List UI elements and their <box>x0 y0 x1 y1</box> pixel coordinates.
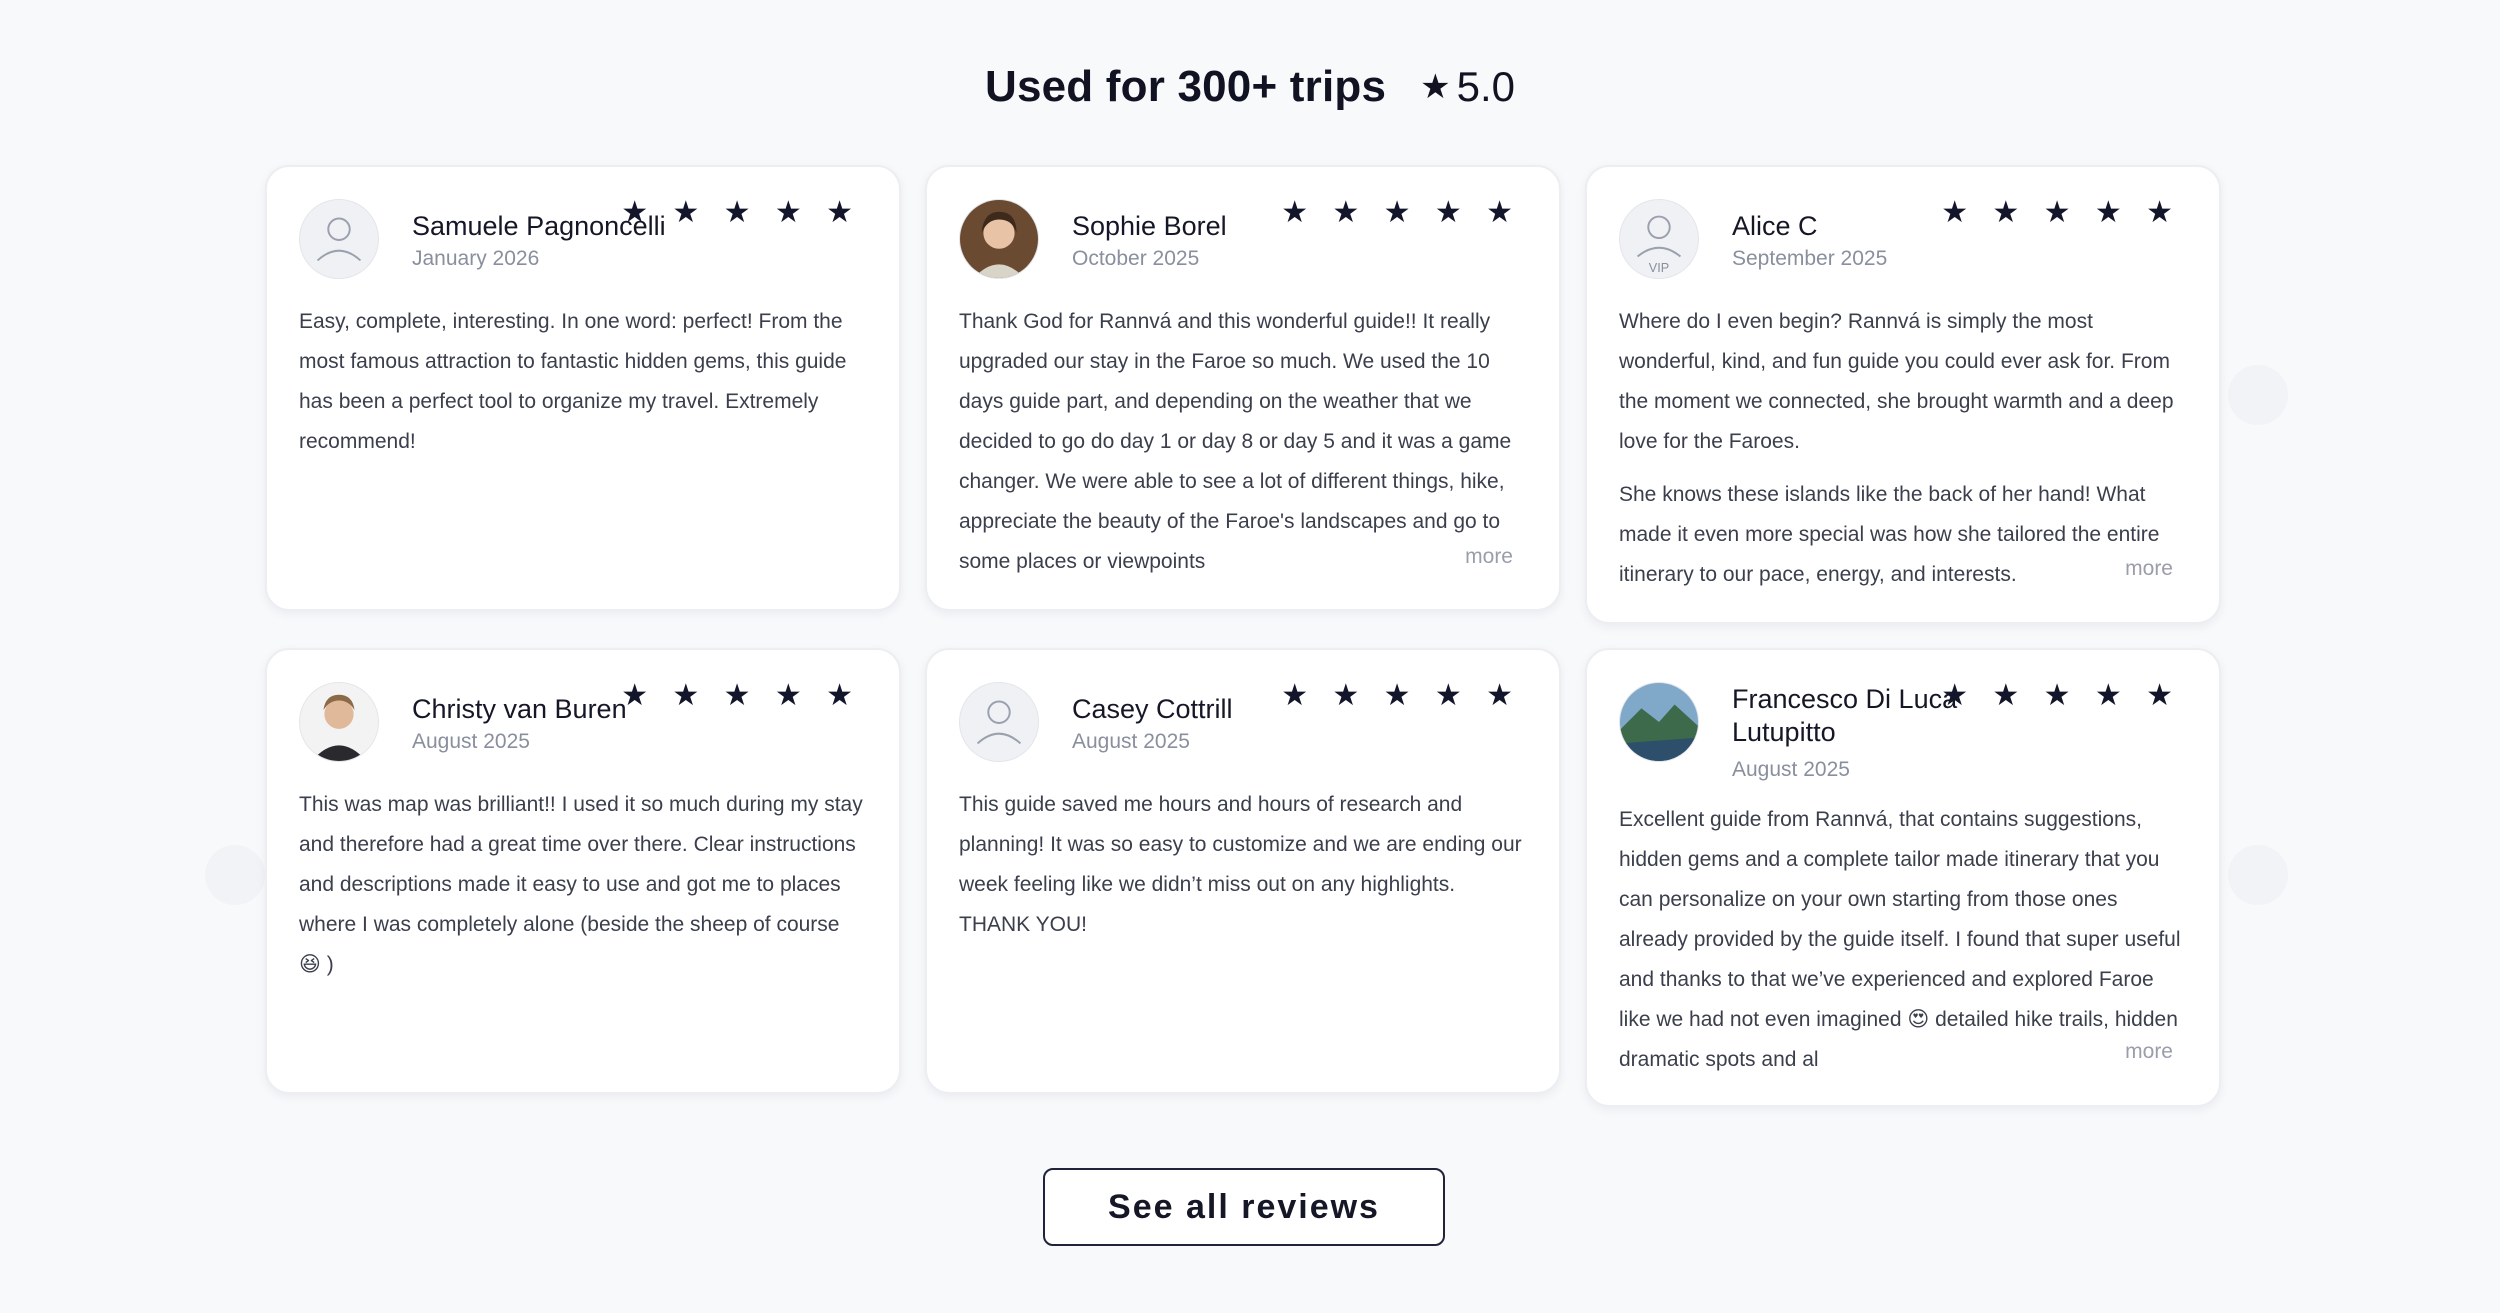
review-date: August 2025 <box>1072 730 1190 753</box>
star-rating: ★ ★ ★ ★ ★ <box>1281 196 1521 229</box>
user-photo-avatar <box>299 682 379 762</box>
review-date: August 2025 <box>1732 758 1850 781</box>
star-rating: ★ ★ ★ ★ ★ <box>1941 196 2181 229</box>
read-more-link[interactable]: more <box>2095 557 2173 581</box>
reviews-grid: Samuele Pagnoncelli January 2026 ★ ★ ★ ★… <box>265 165 2221 1107</box>
review-paragraph: Thank God for Rannvá and this wonderful … <box>959 310 1512 573</box>
landscape-photo-avatar <box>1619 682 1699 762</box>
default-user-avatar-icon <box>959 682 1039 762</box>
review-card: Francesco Di Luca Lutupitto August 2025 … <box>1585 648 2221 1107</box>
reviewer-name: Sophie Borel <box>1072 211 1227 241</box>
review-date: September 2025 <box>1732 247 1888 270</box>
review-paragraph: This guide saved me hours and hours of r… <box>959 793 1522 936</box>
review-card: Samuele Pagnoncelli January 2026 ★ ★ ★ ★… <box>265 165 901 611</box>
review-text: This was map was brilliant!! I used it s… <box>299 785 865 998</box>
review-date: January 2026 <box>412 247 540 270</box>
review-paragraph: Where do I even begin? Rannvá is simply … <box>1619 310 2174 453</box>
carousel-next-ghost-2 <box>2228 845 2288 905</box>
star-rating: ★ ★ ★ ★ ★ <box>1941 679 2181 712</box>
user-photo-avatar <box>959 199 1039 279</box>
review-card: Sophie Borel October 2025 ★ ★ ★ ★ ★ Than… <box>925 165 1561 611</box>
default-user-avatar-icon <box>299 199 379 279</box>
review-card: Christy van Buren August 2025 ★ ★ ★ ★ ★ … <box>265 648 901 1094</box>
see-all-reviews-button[interactable]: See all reviews <box>1043 1168 1445 1246</box>
carousel-next-ghost <box>2228 365 2288 425</box>
star-rating: ★ ★ ★ ★ ★ <box>1281 679 1521 712</box>
reviewer-name: Alice C <box>1732 211 1818 241</box>
review-date: October 2025 <box>1072 247 1200 270</box>
reviewer-name: Christy van Buren <box>412 694 627 724</box>
star-rating: ★ ★ ★ ★ ★ <box>621 679 861 712</box>
vip-label: VIP <box>1649 261 1669 275</box>
review-text: Easy, complete, interesting. In one word… <box>299 302 865 475</box>
review-card: Casey Cottrill August 2025 ★ ★ ★ ★ ★ Thi… <box>925 648 1561 1094</box>
star-icon: ★ <box>1420 68 1451 106</box>
carousel-prev-ghost <box>205 845 265 905</box>
review-date: August 2025 <box>412 730 530 753</box>
reviews-header: Used for 300+ trips ★ 5.0 <box>0 62 2500 112</box>
review-card: VIP Alice C September 2025 ★ ★ ★ ★ ★ Whe… <box>1585 165 2221 624</box>
rating-value: 5.0 <box>1456 63 1516 110</box>
overall-rating: ★ 5.0 <box>1420 63 1515 111</box>
read-more-link[interactable]: more <box>2095 1040 2173 1064</box>
review-paragraph: Easy, complete, interesting. In one word… <box>299 310 847 453</box>
reviewer-name: Casey Cottrill <box>1072 694 1233 724</box>
reviewer-name: Francesco Di Luca Lutupitto <box>1732 684 1958 747</box>
vip-user-avatar-icon: VIP <box>1619 199 1699 279</box>
star-rating: ★ ★ ★ ★ ★ <box>621 196 861 229</box>
review-paragraph: Excellent guide from Rannvá, that contai… <box>1619 808 2181 1071</box>
page-title: Used for 300+ trips <box>984 62 1387 111</box>
review-paragraph: This was map was brilliant!! I used it s… <box>299 793 863 976</box>
read-more-link[interactable]: more <box>1435 545 1513 569</box>
review-text: This guide saved me hours and hours of r… <box>959 785 1525 958</box>
